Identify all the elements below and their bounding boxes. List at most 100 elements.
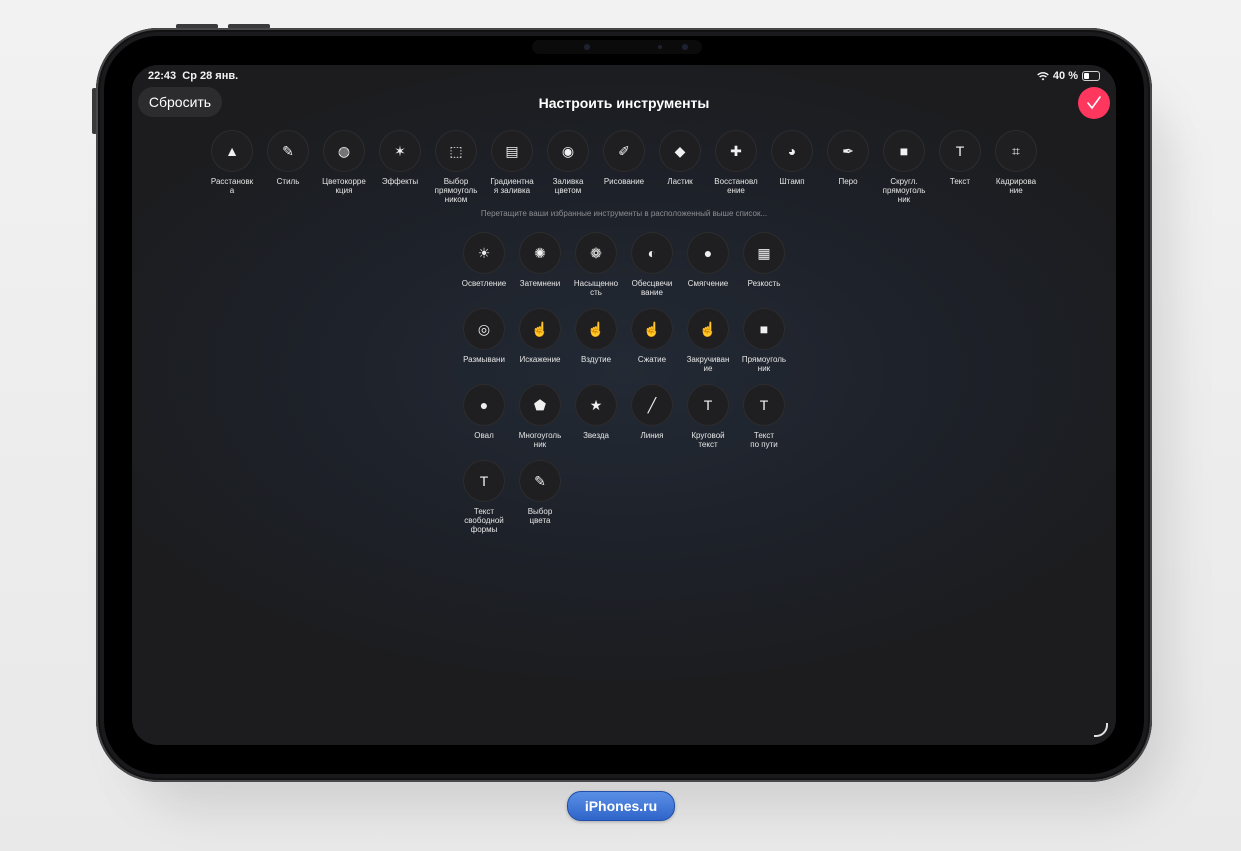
tool-label: Вздутие [580,355,612,364]
tool-label: Размывани [463,355,505,364]
tool-label: Искажение [519,355,561,364]
available-tool[interactable]: ☝ Искажение [510,308,570,364]
tool-label: Стиль [276,177,300,186]
sensor-icon [682,44,688,50]
toolbar-tool[interactable]: ◆ Ластик [650,130,710,186]
battery-percent: 40 % [1052,70,1078,82]
toolbar-tool[interactable]: ✎ Стиль [258,130,318,186]
available-tool[interactable]: ▦ Резкость [734,232,794,288]
tool-icon: ● [687,232,729,274]
status-time-date: 22:43 Ср 28 янв. [148,70,238,82]
available-tool[interactable]: ● Овал [454,384,514,440]
sensor-icon [658,45,662,49]
tool-label: Штамп [779,177,805,186]
toolbar-tool[interactable]: ✚ Восстановл ение [706,130,766,195]
tool-icon: ■ [883,130,925,172]
tool-label: Прямоуголь ник [741,355,787,373]
drag-hint: Перетащите ваши избранные инструменты в … [480,209,768,218]
tool-label: Закручиван ие [686,355,730,373]
tool-label: Сжатие [637,355,667,364]
tool-label: Выбор цвета [527,507,553,525]
tool-label: Линия [640,431,664,440]
tool-icon: ★ [575,384,617,426]
toolbar-tool[interactable]: ⬚ Выбор прямоуголь ником [426,130,486,204]
done-button[interactable] [1078,87,1110,119]
available-tool[interactable]: ╱ Линия [622,384,682,440]
toolbar-tool[interactable]: ▤ Градиентна я заливка [482,130,542,195]
toolbar-tool[interactable]: ✒ Перо [818,130,878,186]
tool-icon: ❁ [575,232,617,274]
tool-icon: ◐ [631,232,673,274]
screen: 22:43 Ср 28 янв. 40 % Сбросить Настроить… [132,65,1116,745]
status-time: 22:43 [148,70,177,82]
tool-icon: ⬟ [519,384,561,426]
available-tool[interactable]: ⬟ Многоуголь ник [510,384,570,449]
camera-bar [532,40,702,54]
tool-label: Текст свободной формы [464,507,504,534]
available-tool[interactable]: ☝ Вздутие [566,308,626,364]
tool-icon: ☝ [687,308,729,350]
tool-icon: ☝ [631,308,673,350]
available-tool[interactable]: T Текст свободной формы [454,460,514,534]
toolbar-tool[interactable]: ◕ Штамп [762,130,822,186]
tool-icon: ⬚ [435,130,477,172]
available-tool[interactable]: T Круговой текст [678,384,738,449]
toolbar-tool[interactable]: ◍ Цветокорре кция [314,130,374,195]
toolbar-tool[interactable]: ■ Скругл. прямоуголь ник [874,130,934,204]
tool-icon: ✐ [603,130,645,172]
page-title: Настроить инструменты [538,95,710,111]
toolbar-tool[interactable]: T Текст [930,130,990,186]
tool-icon: ◎ [463,308,505,350]
available-tool[interactable]: ◎ Размывани [454,308,514,364]
tool-label: Овал [474,431,494,440]
tool-label: Градиентна я заливка [490,177,534,195]
toolbar-tool[interactable]: ▲ Расстановк а [202,130,262,195]
available-tool[interactable]: ● Смягчение [678,232,738,288]
tool-icon: T [687,384,729,426]
tool-label: Эффекты [381,177,419,186]
toolbar-tool[interactable]: ⌗ Кадрирова ние [986,130,1046,195]
tool-icon: ▦ [743,232,785,274]
resize-handle[interactable] [1094,723,1108,737]
camera-icon [584,44,590,50]
tool-label: Цветокорре кция [322,177,366,195]
tool-icon: ☝ [575,308,617,350]
tool-label: Кадрирова ние [995,177,1037,195]
available-tool[interactable]: ✎ Выбор цвета [510,460,570,525]
checkmark-icon [1087,96,1101,110]
available-tool[interactable]: ☝ Сжатие [622,308,682,364]
tool-label: Перо [838,177,858,186]
tool-label: Скругл. прямоуголь ник [882,177,926,204]
tool-icon: ✚ [715,130,757,172]
tool-label: Текст по пути [750,431,778,449]
tool-icon: ✺ [519,232,561,274]
tool-label: Насыщенно сть [573,279,619,297]
available-tool[interactable]: ✺ Затемнени [510,232,570,288]
battery-icon [1082,71,1100,81]
status-right: 40 % [1037,70,1100,82]
toolbar-tool[interactable]: ✶ Эффекты [370,130,430,186]
tool-label: Многоуголь ник [518,431,562,449]
tool-label: Круговой текст [691,431,725,449]
tool-icon: ◕ [771,130,813,172]
available-tool[interactable]: T Текст по пути [734,384,794,449]
tool-icon: ✎ [519,460,561,502]
wifi-icon [1037,71,1049,80]
tool-icon: ▤ [491,130,533,172]
available-tool[interactable]: ☀ Осветление [454,232,514,288]
tool-icon: ✒ [827,130,869,172]
tool-icon: T [743,384,785,426]
available-tool[interactable]: ■ Прямоуголь ник [734,308,794,373]
available-tool[interactable]: ❁ Насыщенно сть [566,232,626,297]
toolbar-tool[interactable]: ✐ Рисование [594,130,654,186]
available-tool[interactable]: ☝ Закручиван ие [678,308,738,373]
available-tool[interactable]: ★ Звезда [566,384,626,440]
tool-icon: T [463,460,505,502]
status-date: Ср 28 янв. [182,70,239,82]
tool-icon: T [939,130,981,172]
tool-icon: ■ [743,308,785,350]
tool-label: Ластик [667,177,693,186]
tool-label: Затемнени [519,279,561,288]
toolbar-tool[interactable]: ◉ Заливка цветом [538,130,598,195]
available-tool[interactable]: ◐ Обесцвечи вание [622,232,682,297]
